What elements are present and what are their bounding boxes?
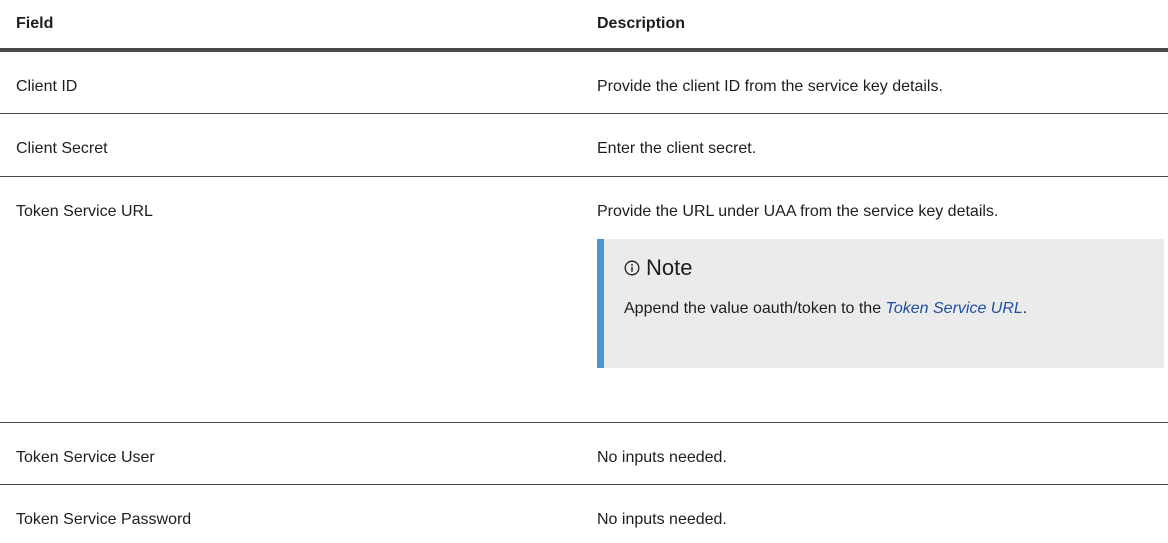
note-text: Append the value oauth/token to the Toke… bbox=[624, 295, 1150, 323]
description-cell: No inputs needed. bbox=[597, 449, 727, 466]
table-row: Token Service URL Provide the URL under … bbox=[0, 177, 1168, 423]
table-row: Client Secret Enter the client secret. bbox=[0, 114, 1168, 177]
field-cell: Client ID bbox=[16, 78, 78, 95]
note-title: Note bbox=[624, 255, 1150, 281]
description-cell: Provide the client ID from the service k… bbox=[597, 78, 943, 95]
note-text-before: Append the value oauth/token to the bbox=[624, 300, 886, 317]
note-title-text: Note bbox=[646, 255, 693, 280]
header-field: Field bbox=[16, 15, 54, 32]
fields-table: Field Description Client ID Provide the … bbox=[0, 0, 1168, 543]
note-text-after: . bbox=[1022, 300, 1028, 317]
info-icon bbox=[624, 260, 640, 276]
table-row: Client ID Provide the client ID from the… bbox=[0, 52, 1168, 114]
description-cell: Enter the client secret. bbox=[597, 140, 757, 157]
field-cell: Token Service Password bbox=[16, 511, 192, 528]
token-service-url-link[interactable]: Token Service URL bbox=[886, 300, 1023, 317]
description-cell: Provide the URL under UAA from the servi… bbox=[597, 177, 1168, 422]
description-text: Provide the URL under UAA from the servi… bbox=[597, 203, 999, 220]
note-box: Note Append the value oauth/token to the… bbox=[597, 239, 1164, 368]
table-row: Token Service User No inputs needed. bbox=[0, 423, 1168, 485]
table-header-row: Field Description bbox=[0, 0, 1168, 52]
field-cell: Client Secret bbox=[16, 140, 108, 157]
field-cell: Token Service URL bbox=[16, 203, 153, 220]
header-description: Description bbox=[597, 15, 686, 32]
table-row: Token Service Password No inputs needed. bbox=[0, 485, 1168, 543]
field-cell: Token Service User bbox=[16, 449, 155, 466]
description-cell: No inputs needed. bbox=[597, 511, 727, 528]
